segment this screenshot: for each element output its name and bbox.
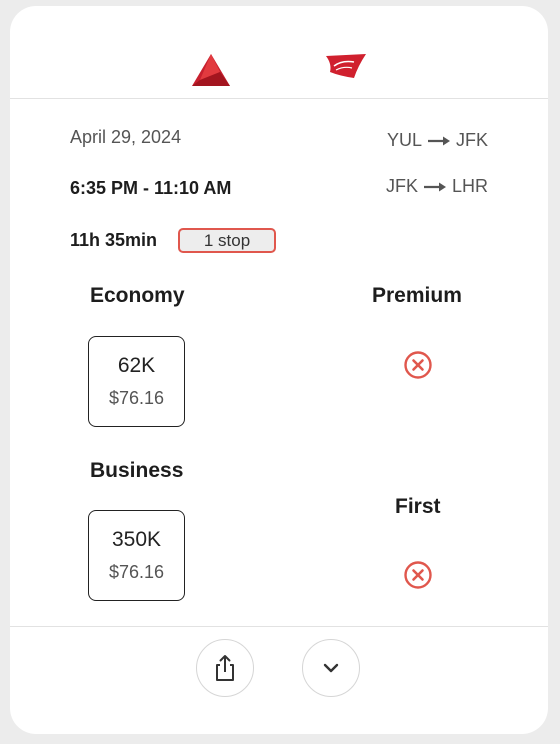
destination-code: LHR bbox=[451, 176, 488, 196]
fare-price: $76.16 bbox=[108, 562, 165, 582]
arrow-right-icon bbox=[427, 136, 450, 145]
cabin-title-first: First bbox=[395, 495, 441, 518]
share-button[interactable] bbox=[196, 639, 254, 697]
destination-code: JFK bbox=[455, 130, 488, 150]
arrow-right-icon bbox=[423, 182, 446, 191]
fare-price: $76.16 bbox=[108, 388, 165, 408]
flight-times: 6:35 PM - 11:10 AM bbox=[70, 178, 232, 198]
stops-badge: 1 stop bbox=[178, 228, 276, 253]
flight-date: April 29, 2024 bbox=[70, 127, 182, 147]
fare-option-economy[interactable]: 62K $76.16 bbox=[88, 336, 185, 427]
footer-divider bbox=[10, 626, 548, 627]
share-icon bbox=[216, 655, 234, 681]
fare-option-business[interactable]: 350K $76.16 bbox=[88, 510, 185, 601]
flight-duration: 11h 35min bbox=[70, 230, 158, 250]
cabin-title-economy: Economy bbox=[90, 284, 185, 307]
origin-code: JFK bbox=[385, 176, 418, 196]
delta-logo-icon bbox=[192, 54, 230, 86]
expand-button[interactable] bbox=[302, 639, 360, 697]
route-segment-2: JFK LHR bbox=[386, 176, 488, 197]
unavailable-icon bbox=[404, 351, 432, 379]
unavailable-icon bbox=[404, 561, 432, 589]
header-divider bbox=[10, 98, 548, 99]
fare-points: 62K bbox=[117, 354, 156, 377]
cabin-title-premium: Premium bbox=[372, 284, 462, 307]
cabin-title-business: Business bbox=[90, 459, 184, 482]
origin-code: YUL bbox=[386, 130, 422, 150]
fare-points: 350K bbox=[111, 528, 162, 551]
airline-logos bbox=[10, 6, 548, 98]
virgin-logo-icon bbox=[326, 54, 366, 78]
flight-card: April 29, 2024 YUL JFK 6:35 PM - 11:10 A… bbox=[10, 6, 548, 734]
route-segment-1: YUL JFK bbox=[387, 130, 488, 151]
chevron-down-icon bbox=[323, 663, 339, 673]
